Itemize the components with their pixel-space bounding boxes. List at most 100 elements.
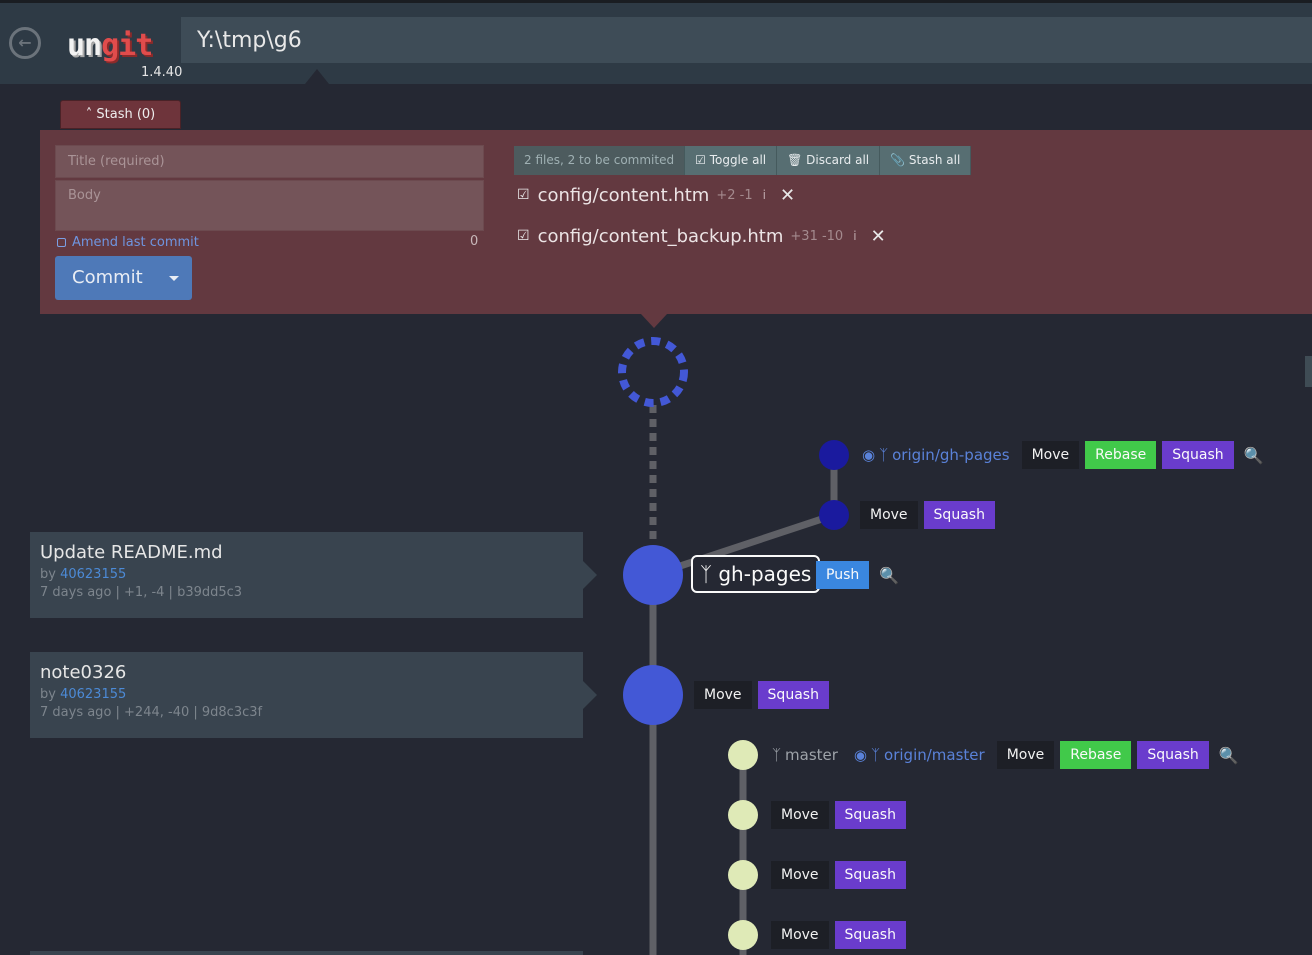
rebase-button[interactable]: Rebase [1060, 741, 1132, 769]
info-icon[interactable]: i [763, 188, 766, 202]
search-icon[interactable]: 🔍 [1219, 746, 1239, 765]
origin-gh-pages-ref[interactable]: ◉ ᛉ origin/gh-pages [862, 446, 1010, 464]
char-count: 0 [470, 234, 479, 249]
repo-path-input[interactable] [181, 17, 1312, 63]
move-button[interactable]: Move [996, 741, 1055, 769]
commit-meta: 7 days ago | +244, -40 | 9d8c3c3f [40, 705, 263, 720]
commit-node[interactable] [728, 800, 758, 830]
master-ref[interactable]: ᛉ master [772, 746, 838, 764]
author-link[interactable]: 40623155 [60, 687, 126, 702]
master-commit-actions: Move Squash [771, 921, 906, 949]
file-row: ☑ config/content.htm +2 -1 i ✕ [517, 183, 795, 207]
stash-label: Stash (0) [96, 107, 156, 122]
scrollbar-handle[interactable] [1305, 356, 1312, 387]
note-commit-actions: Move Squash [694, 681, 829, 709]
commit-card[interactable]: Update README.md by 40623155 7 days ago … [30, 532, 583, 618]
stash-toggle-button[interactable]: ˄ Stash (0) [60, 100, 181, 129]
branch-icon: ᛉ [700, 562, 712, 586]
amend-label[interactable]: Amend last commit [72, 235, 199, 250]
commit-message: Update README.md [40, 542, 223, 563]
move-button[interactable]: Move [1021, 441, 1080, 469]
info-icon[interactable]: i [853, 229, 856, 243]
commit-card[interactable]: note0326 by 40623155 7 days ago | +244, … [30, 652, 583, 738]
author-link[interactable]: 40623155 [60, 567, 126, 582]
push-button[interactable]: Push [816, 561, 870, 589]
commit-node[interactable] [819, 500, 849, 530]
logo-git-text: git [101, 28, 153, 63]
files-toolbar: 2 files, 2 to be commited ☑ Toggle all 🗑… [514, 146, 972, 175]
move-button[interactable]: Move [694, 681, 752, 709]
gh-pages-actions: Push 🔍 [816, 561, 899, 589]
file-name[interactable]: config/content.htm [538, 185, 710, 206]
commit-author-line: by 40623155 [40, 687, 573, 702]
close-icon[interactable]: ✕ [780, 185, 795, 206]
chevron-up-icon: ˄ [85, 107, 93, 122]
toggle-all-button[interactable]: ☑ Toggle all [685, 146, 778, 175]
files-summary: 2 files, 2 to be commited [514, 146, 686, 175]
file-stat: +31 -10 [790, 228, 844, 244]
branch-icon: ᛉ [871, 746, 881, 764]
commit-body-input[interactable]: Body [55, 180, 484, 231]
move-button[interactable]: Move [860, 501, 918, 529]
amend-checkbox[interactable] [57, 238, 66, 247]
file-name[interactable]: config/content_backup.htm [538, 226, 784, 247]
file-stat: +2 -1 [716, 187, 753, 203]
card-arrow [583, 561, 597, 589]
gh-pages-branch-badge[interactable]: ᛉ gh-pages [691, 555, 821, 593]
master-commit-actions: Move Squash [771, 861, 906, 889]
file-checkbox-icon[interactable]: ☑ [517, 187, 530, 203]
commit-node[interactable] [819, 440, 849, 470]
path-caret [305, 69, 329, 84]
logo-un-text: un [67, 28, 102, 63]
rebase-button[interactable]: Rebase [1085, 441, 1157, 469]
gh-pages-label: gh-pages [718, 562, 812, 586]
branch-icon: ᛉ [772, 746, 782, 764]
search-icon[interactable]: 🔍 [879, 566, 899, 585]
check-square-icon: ☑ [695, 153, 706, 167]
commit-node[interactable] [728, 860, 758, 890]
origin-gh-pages-label: origin/gh-pages [892, 446, 1010, 464]
commit-title-input[interactable]: Title (required) [55, 145, 484, 178]
search-icon[interactable]: 🔍 [1244, 446, 1264, 465]
back-button[interactable]: ← [9, 27, 41, 59]
discard-all-label: Discard all [806, 153, 870, 167]
origin-master-label: origin/master [884, 746, 985, 764]
squash-button[interactable]: Squash [1137, 741, 1209, 769]
squash-button[interactable]: Squash [834, 801, 906, 829]
uncommitted-node [618, 337, 688, 407]
by-label: by [40, 567, 56, 582]
ungit-logo[interactable]: ungit [67, 26, 153, 66]
squash-button[interactable]: Squash [834, 861, 906, 889]
discard-all-button[interactable]: 🗑 Discard all [777, 146, 881, 175]
commit-card[interactable] [30, 951, 583, 955]
by-label: by [40, 687, 56, 702]
move-button[interactable]: Move [771, 801, 829, 829]
remote-commit-actions: Move Squash [860, 501, 995, 529]
squash-button[interactable]: Squash [834, 921, 906, 949]
commit-meta: 7 days ago | +1, -4 | b39dd5c3 [40, 585, 243, 600]
stash-all-button[interactable]: 📎 Stash all [880, 146, 972, 175]
commit-node[interactable] [728, 920, 758, 950]
paperclip-icon: 📎 [890, 153, 906, 167]
commit-node[interactable] [728, 740, 758, 770]
remote-icon: ◉ [862, 446, 876, 464]
close-icon[interactable]: ✕ [871, 226, 886, 247]
staging-caret [641, 314, 667, 328]
move-button[interactable]: Move [771, 861, 829, 889]
card-arrow [583, 681, 597, 709]
squash-button[interactable]: Squash [757, 681, 829, 709]
branch-icon: ᛉ [879, 446, 889, 464]
move-button[interactable]: Move [771, 921, 829, 949]
commit-node[interactable] [623, 665, 683, 725]
squash-button[interactable]: Squash [1162, 441, 1234, 469]
squash-button[interactable]: Squash [923, 501, 995, 529]
stash-all-label: Stash all [908, 153, 961, 167]
master-commit-actions: Move Squash [771, 801, 906, 829]
trash-icon: 🗑 [787, 153, 803, 167]
origin-master-ref[interactable]: ◉ ᛉ origin/master [854, 746, 985, 764]
commit-node[interactable] [623, 545, 683, 605]
commit-author-line: by 40623155 [40, 567, 573, 582]
commit-message: note0326 [40, 662, 127, 683]
chevron-down-icon[interactable] [169, 276, 179, 281]
file-checkbox-icon[interactable]: ☑ [517, 228, 530, 244]
